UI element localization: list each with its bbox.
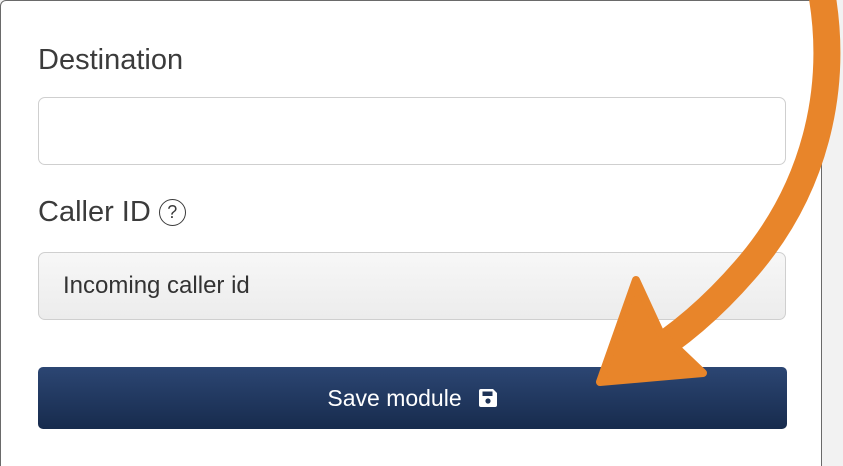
caller-id-label-row: Caller ID ? [38,198,186,227]
module-settings-panel: Destination Caller ID ? Incoming caller … [0,0,822,466]
floppy-disk-icon [478,388,498,408]
question-circle-icon[interactable]: ? [158,199,186,226]
save-module-button[interactable]: Save module [38,367,787,429]
caller-id-label: Caller ID [38,196,151,228]
destination-label: Destination [38,44,184,76]
screenshot-stage: Destination Caller ID ? Incoming caller … [0,0,843,466]
save-module-label: Save module [327,384,462,411]
caller-id-select[interactable]: Incoming caller id [38,252,786,320]
caller-id-selected-value: Incoming caller id [63,272,250,299]
destination-input[interactable] [38,97,786,165]
